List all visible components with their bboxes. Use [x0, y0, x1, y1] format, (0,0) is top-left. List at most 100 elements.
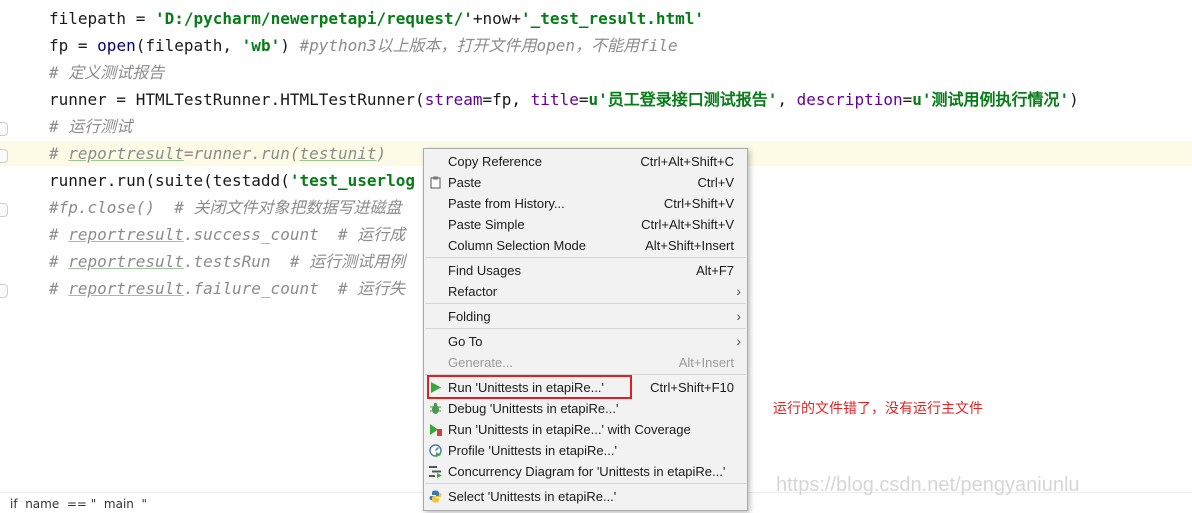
debug-icon — [430, 402, 441, 414]
code-token: 'D:/pycharm/newerpetapi/request/' — [154, 9, 473, 28]
fold-marker-icon[interactable] — [0, 284, 8, 298]
code-token: ) — [1069, 90, 1079, 109]
code-token: reportresult — [68, 225, 184, 244]
menu-find-usages[interactable]: Find Usages Alt+F7 — [424, 260, 747, 281]
code-token: # 定义测试报告 — [49, 63, 165, 82]
code-token: # — [49, 252, 69, 271]
menu-item-shortcut: Alt+F7 — [696, 263, 734, 278]
fold-marker-icon[interactable] — [0, 149, 8, 163]
menu-concurrency-diagram[interactable]: Concurrency Diagram for 'Unittests in et… — [424, 461, 747, 482]
fold-marker-icon[interactable] — [0, 203, 8, 217]
code-token: 'test_userlog — [289, 171, 416, 190]
menu-profile-unittests[interactable]: Profile 'Unittests in etapiRe...' — [424, 440, 747, 461]
menu-item-label: Run 'Unittests in etapiRe...' — [448, 380, 604, 395]
line-runner[interactable]: runner = HTMLTestRunner.HTMLTestRunner(s… — [49, 87, 1079, 112]
line-fp-open[interactable]: fp = open(filepath, 'wb') #python3以上版本，打… — [49, 33, 678, 58]
code-token: # — [49, 225, 69, 244]
line-comment-failure[interactable]: # reportresult.failure_count # 运行失 — [49, 276, 405, 301]
code-token: runner = HTMLTestRunner.HTMLTestRunner( — [49, 90, 425, 109]
code-token: ) — [280, 36, 300, 55]
menu-item-shortcut: Ctrl+Shift+F10 — [650, 380, 734, 395]
breadcrumb-text: if name == " main " — [10, 497, 148, 511]
code-token: u'员工登录接口测试报告' — [588, 90, 778, 109]
line-runner-run[interactable]: runner.run(suite(testadd('test_userlog — [49, 168, 415, 193]
menu-go-to[interactable]: Go To › — [424, 331, 747, 352]
fold-marker-icon[interactable] — [0, 122, 8, 136]
menu-item-label: Folding — [448, 309, 491, 324]
line-comment-success[interactable]: # reportresult.success_count # 运行成 — [49, 222, 405, 247]
code-token: .failure_count # 运行失 — [183, 279, 406, 298]
menu-item-label: Refactor — [448, 284, 498, 299]
code-token: fp = — [49, 36, 98, 55]
menu-separator — [425, 328, 746, 329]
menu-generate: Generate... Alt+Insert — [424, 352, 747, 373]
menu-item-label: Paste Simple — [448, 217, 525, 232]
code-token: 'wb' — [241, 36, 281, 55]
menu-paste-from-history[interactable]: Paste from History... Ctrl+Shift+V — [424, 193, 747, 214]
code-token: '_test_result.html' — [521, 9, 705, 28]
menu-item-shortcut: Ctrl+V — [697, 175, 734, 190]
run-icon — [431, 382, 441, 393]
concurrency-icon — [429, 466, 442, 478]
code-token: #fp.close() # 关闭文件对象把数据写进磁盘 — [49, 198, 402, 217]
menu-item-label: Select 'Unittests in etapiRe...' — [448, 489, 617, 504]
menu-debug-unittests[interactable]: Debug 'Unittests in etapiRe...' — [424, 398, 747, 419]
clipboard-icon — [430, 176, 441, 189]
menu-select-unittests[interactable]: Select 'Unittests in etapiRe...' — [424, 486, 747, 507]
code-token: +now+ — [472, 9, 522, 28]
menu-item-shortcut: Ctrl+Alt+Shift+V — [641, 217, 734, 232]
line-comment-reportresult[interactable]: # reportresult=runner.run(testunit) — [49, 141, 386, 166]
coverage-icon — [430, 424, 442, 436]
code-token: (filepath, — [135, 36, 242, 55]
menu-item-label: Column Selection Mode — [448, 238, 587, 253]
code-token: u'测试用例执行情况' — [912, 90, 1070, 109]
menu-item-label: Paste from History... — [448, 196, 565, 211]
line-filepath[interactable]: filepath = 'D:/pycharm/newerpetapi/reque… — [49, 6, 704, 31]
menu-item-label: Generate... — [448, 355, 514, 370]
menu-item-label: Profile 'Unittests in etapiRe...' — [448, 443, 617, 458]
menu-separator — [425, 374, 746, 375]
code-token: reportresult — [68, 279, 184, 298]
line-comment-run[interactable]: # 运行测试 — [49, 114, 132, 139]
code-token: description — [796, 90, 903, 109]
menu-paste[interactable]: Paste Ctrl+V — [424, 172, 747, 193]
code-token: testunit — [299, 144, 377, 163]
chevron-right-icon: › — [736, 333, 741, 349]
menu-separator — [425, 303, 746, 304]
menu-refactor[interactable]: Refactor › — [424, 281, 747, 302]
menu-item-shortcut: Alt+Shift+Insert — [645, 238, 734, 253]
context-menu: Copy Reference Ctrl+Alt+Shift+C Paste Ctrl+… — [423, 148, 748, 511]
code-token: .testsRun # 运行测试用例 — [183, 252, 406, 271]
code-token: =runner.run( — [183, 144, 300, 163]
code-token: filepath = — [49, 9, 155, 28]
line-comment-testsrun[interactable]: # reportresult.testsRun # 运行测试用例 — [49, 249, 405, 274]
code-token: =fp, — [482, 90, 531, 109]
code-token: ) — [376, 144, 387, 163]
code-token: reportresult — [68, 252, 184, 271]
menu-run-with-coverage[interactable]: Run 'Unittests in etapiRe...' with Cover… — [424, 419, 747, 440]
line-comment-define[interactable]: # 定义测试报告 — [49, 60, 164, 85]
menu-paste-simple[interactable]: Paste Simple Ctrl+Alt+Shift+V — [424, 214, 747, 235]
menu-item-label: Paste — [448, 175, 482, 190]
code-token: # — [49, 144, 69, 163]
menu-item-label: Run 'Unittests in etapiRe...' with Cover… — [448, 422, 691, 437]
menu-folding[interactable]: Folding › — [424, 306, 747, 327]
menu-separator — [425, 257, 746, 258]
menu-item-shortcut: Alt+Insert — [678, 355, 734, 370]
code-token: , — [777, 90, 797, 109]
code-token: .success_count # 运行成 — [183, 225, 406, 244]
code-token: # 运行测试 — [49, 117, 133, 136]
menu-separator — [425, 483, 746, 484]
menu-column-selection-mode[interactable]: Column Selection Mode Alt+Shift+Insert — [424, 235, 747, 256]
profile-icon — [429, 444, 442, 457]
code-token: stream — [424, 90, 483, 109]
code-token: #python3以上版本，打开文件用open，不能用file — [299, 36, 678, 55]
code-token: reportresult — [68, 144, 184, 163]
menu-item-label: Concurrency Diagram for 'Unittests in et… — [448, 464, 726, 479]
menu-run-unittests[interactable]: Run 'Unittests in etapiRe...' Ctrl+Shift+… — [424, 377, 747, 398]
menu-copy-reference[interactable]: Copy Reference Ctrl+Alt+Shift+C — [424, 151, 747, 172]
code-token: open — [97, 36, 136, 55]
code-token: = — [902, 90, 913, 109]
menu-item-label: Go To — [448, 334, 483, 349]
menu-item-shortcut: Ctrl+Alt+Shift+C — [640, 154, 734, 169]
